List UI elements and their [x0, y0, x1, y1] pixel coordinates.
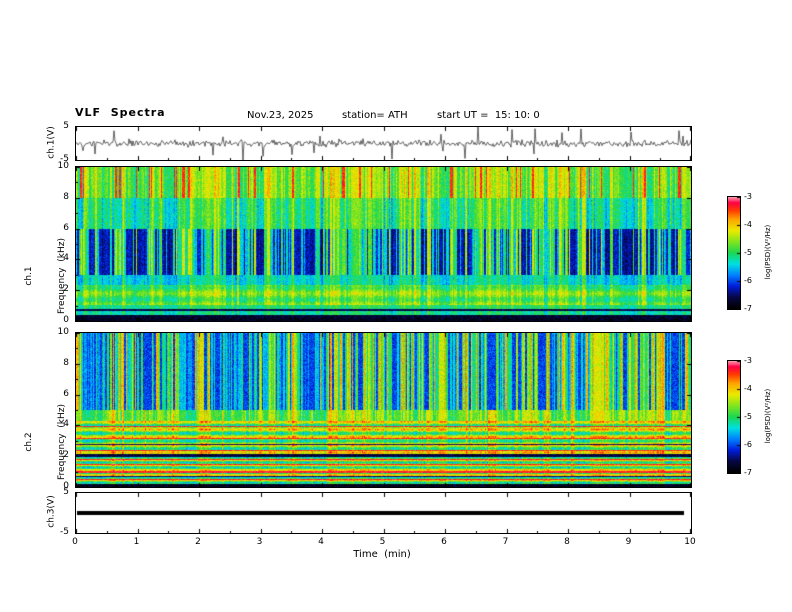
colorbar-tick-label: -4	[744, 384, 752, 393]
x-tick-label: 8	[564, 537, 570, 547]
ch1-frequency-axis-label-line1: ch.1	[24, 266, 34, 286]
x-tick-label: 2	[195, 537, 201, 547]
y-tick-label: 5	[63, 121, 69, 131]
y-tick-label: 2	[63, 284, 69, 294]
x-tick-label: 10	[684, 537, 696, 547]
y-tick-label: 10	[57, 327, 69, 337]
y-tick-label: 4	[63, 419, 69, 429]
colorbar-tick-label: -6	[744, 276, 752, 285]
colorbar-tick-label: -6	[744, 440, 752, 449]
x-tick-label: 1	[133, 537, 140, 547]
x-tick-label: 7	[502, 537, 509, 547]
x-tick-label: 4	[318, 537, 324, 547]
colorbar-ch1	[727, 196, 741, 310]
x-tick-label: 6	[441, 537, 447, 547]
y-tick-label: 0	[63, 315, 69, 325]
start-ut-label: start UT = 15: 10: 0	[437, 110, 540, 121]
ch3-waveform-plot	[75, 492, 692, 534]
y-tick-label: 6	[63, 223, 69, 233]
colorbar-tick-label: -7	[744, 468, 752, 477]
colorbar-tick-label: -4	[744, 220, 752, 229]
y-tick-label: 4	[63, 253, 69, 263]
colorbar-ch2	[727, 360, 741, 474]
y-tick-label: 8	[63, 358, 69, 368]
plot-title: VLF Spectra	[75, 106, 166, 119]
colorbar1-label: log(PSD)(V²/Hz)	[764, 224, 772, 280]
ch2-frequency-axis-label-line2: Frequency (kHz)	[57, 404, 67, 480]
y-tick-label: 6	[63, 389, 69, 399]
x-tick-label: 9	[625, 537, 632, 547]
y-tick-label: 5	[63, 487, 69, 497]
y-tick-label: -5	[60, 527, 69, 537]
vlf-spectra-plot-page: VLF Spectra Nov.23, 2025 station= ATH st…	[0, 0, 792, 612]
date-label: Nov.23, 2025	[247, 110, 314, 121]
colorbar-tick-label: -3	[744, 356, 752, 365]
y-tick-label: 10	[57, 161, 69, 171]
station-label: station= ATH	[342, 110, 408, 121]
colorbar2-label: log(PSD)(V²/Hz)	[764, 388, 772, 444]
colorbar-tick-label: -7	[744, 304, 752, 313]
colorbar-tick-label: -5	[744, 248, 752, 257]
ch1-spectrogram	[75, 166, 692, 322]
ch2-frequency-axis-label-line1: ch.2	[24, 432, 34, 452]
y-tick-label: 2	[63, 450, 69, 460]
ch1-waveform-plot	[75, 126, 692, 161]
ch2-spectrogram	[75, 332, 692, 488]
x-tick-label: 5	[379, 537, 386, 547]
colorbar-tick-label: -5	[744, 412, 752, 421]
colorbar-tick-label: -3	[744, 192, 752, 201]
y-tick-label: 8	[63, 192, 69, 202]
x-axis-title: Time (min)	[353, 549, 411, 560]
x-tick-label: 3	[256, 537, 263, 547]
